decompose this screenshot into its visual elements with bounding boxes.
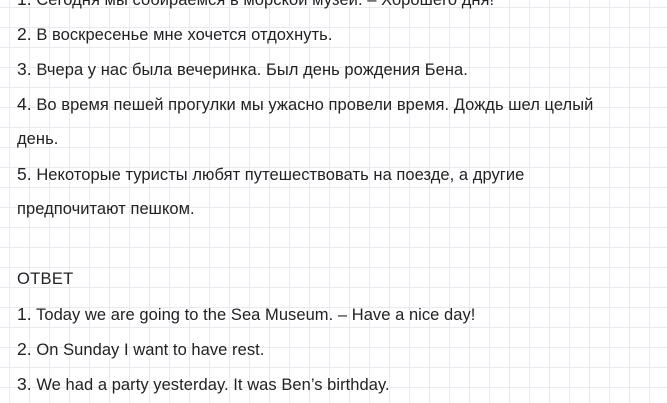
answer-text: Today we are going to the Sea Museum. – … (31, 306, 476, 324)
question-line-4: 4. Во время пешей прогулки мы ужасно про… (17, 87, 657, 122)
answer-number: 2. (17, 339, 32, 359)
question-line-5: 5. Некоторые туристы любят путешествоват… (17, 157, 657, 192)
question-text: день. (17, 130, 59, 148)
answer-number: 3. (17, 374, 32, 394)
answer-text: On Sunday I want to have rest. (31, 341, 265, 359)
question-text: Некоторые туристы любят путешествовать н… (31, 166, 525, 184)
question-line-3: 3. Вчера у нас была вечеринка. Был день … (17, 52, 657, 87)
question-number: 3. (17, 59, 32, 79)
question-number: 1. (17, 0, 32, 9)
answer-line-3: 3. We had a party yesterday. It was Ben’… (17, 367, 657, 402)
answer-line-1: 1. Today we are going to the Sea Museum.… (17, 297, 657, 332)
question-line-4-continued: день. (17, 122, 657, 157)
question-line-5-continued: предпочитают пешком. (17, 192, 657, 227)
question-text: Во время пешей прогулки мы ужасно провел… (31, 96, 594, 114)
question-line-2: 2. В воскресенье мне хочется отдохнуть. (17, 17, 657, 52)
question-text: предпочитают пешком. (17, 200, 195, 218)
answer-line-2: 2. On Sunday I want to have rest. (17, 332, 657, 367)
answer-text: We had a party yesterday. It was Ben’s b… (31, 376, 390, 394)
question-number: 2. (17, 24, 32, 44)
question-text: Сегодня мы собираемся в морской музей. –… (31, 0, 495, 9)
answer-number: 1. (17, 304, 32, 324)
question-number: 5. (17, 164, 32, 184)
answer-heading: ОТВЕТ (17, 270, 74, 288)
question-text: В воскресенье мне хочется отдохнуть. (31, 26, 333, 44)
document-body: 1. Сегодня мы собираемся в морской музей… (17, 0, 657, 402)
question-line-1: 1. Сегодня мы собираемся в морской музей… (17, 0, 657, 17)
question-text: Вчера у нас была вечеринка. Был день рож… (31, 61, 468, 79)
question-number: 4. (17, 94, 32, 114)
